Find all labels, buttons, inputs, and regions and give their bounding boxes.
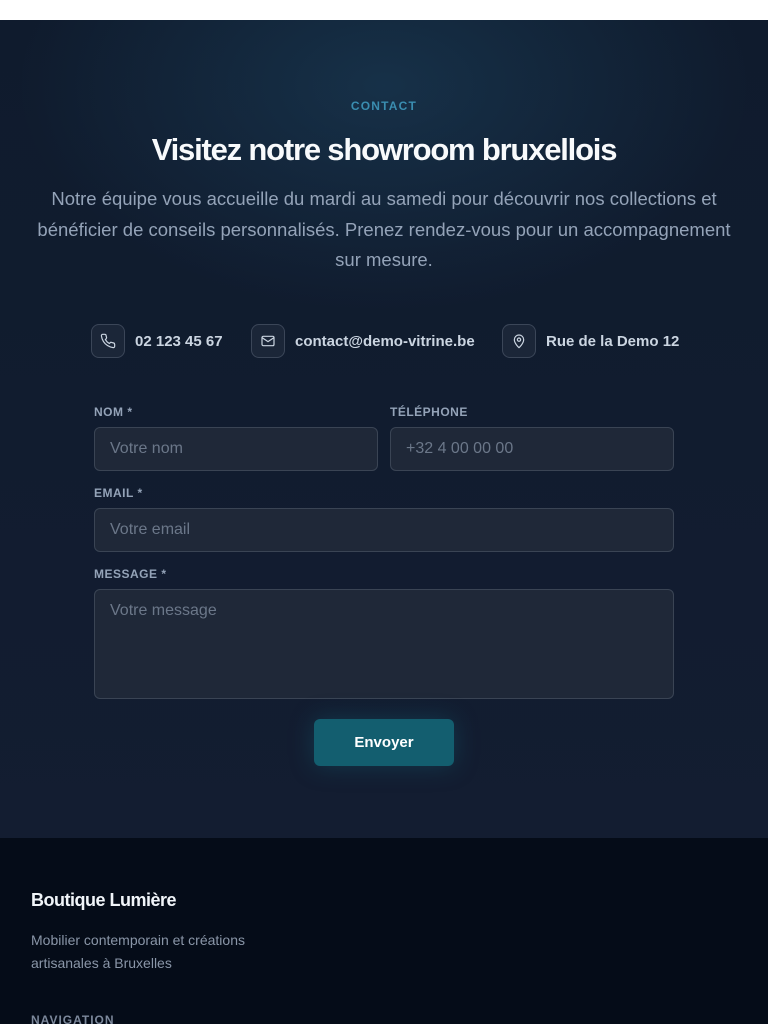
submit-button[interactable]: Envoyer: [314, 719, 454, 766]
contact-address[interactable]: Rue de la Demo 12: [502, 324, 679, 358]
header-strip: [0, 0, 768, 20]
message-label: MESSAGE *: [94, 567, 167, 581]
footer-navigation-heading: NAVIGATION: [31, 1013, 115, 1024]
email-label: EMAIL *: [94, 486, 143, 500]
contact-email[interactable]: contact@demo-vitrine.be: [251, 324, 475, 358]
section-description: Notre équipe vous accueille du mardi au …: [37, 188, 731, 270]
contact-phone-text: 02 123 45 67: [135, 332, 223, 350]
name-input[interactable]: [94, 427, 378, 471]
contact-info-row: 02 123 45 67 contact@demo-vitrine.be Rue…: [0, 324, 768, 358]
contact-section: CONTACT Visitez notre showroom bruxelloi…: [0, 20, 768, 838]
site-footer: Boutique Lumière Mobilier contemporain e…: [0, 838, 768, 1024]
contact-email-text: contact@demo-vitrine.be: [295, 332, 475, 350]
mail-icon: [251, 324, 285, 358]
contact-phone[interactable]: 02 123 45 67: [91, 324, 223, 358]
email-input[interactable]: [94, 508, 674, 552]
map-pin-icon: [502, 324, 536, 358]
contact-address-text: Rue de la Demo 12: [546, 332, 680, 350]
message-textarea[interactable]: [94, 589, 674, 699]
phone-input[interactable]: [390, 427, 674, 471]
phone-icon: [91, 324, 125, 358]
footer-tagline: Mobilier contemporain et créations artis…: [31, 932, 245, 971]
footer-brand: Boutique Lumière: [31, 890, 177, 910]
phone-label: TÉLÉPHONE: [390, 405, 468, 419]
section-eyebrow: CONTACT: [350, 99, 418, 113]
section-title: Visitez notre showroom bruxellois: [151, 132, 618, 167]
name-label: NOM *: [94, 405, 133, 419]
